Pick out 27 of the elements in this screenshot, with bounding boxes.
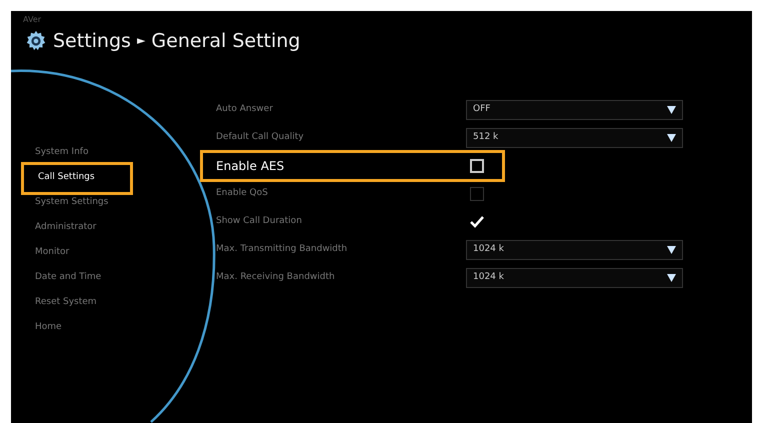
caret-icon <box>667 246 676 254</box>
page-title: General Setting <box>151 29 300 54</box>
setting-label: Enable AES <box>216 158 286 174</box>
dropdown-field[interactable]: 1024 k <box>466 268 683 288</box>
setting-label: Default Call Quality <box>216 130 305 144</box>
breadcrumb-separator: ► <box>136 33 146 49</box>
setting-label: Auto Answer <box>216 102 274 116</box>
dropdown-field[interactable]: 1024 k <box>466 240 683 260</box>
setting-label: Max. Transmitting Bandwidth <box>216 242 348 256</box>
breadcrumb-root: Settings <box>53 29 131 54</box>
dropdown-field[interactable]: 512 k <box>466 128 683 148</box>
logo-text: AVer <box>23 15 42 25</box>
sidebar-item[interactable]: Call Settings <box>21 162 133 194</box>
checkmark-icon <box>470 216 484 228</box>
caret-icon <box>667 134 676 142</box>
gear-icon <box>25 30 47 52</box>
caret-icon <box>667 106 676 114</box>
sidebar-item[interactable]: Administrator <box>21 216 133 240</box>
sidebar-item[interactable]: Reset System <box>21 290 133 316</box>
sidebar-item[interactable]: Home <box>21 316 133 340</box>
sidebar-item[interactable]: Date and Time <box>21 266 133 290</box>
setting-label: Enable QoS <box>216 186 269 200</box>
caret-icon <box>667 274 676 282</box>
setting-label: Max. Receiving Bandwidth <box>216 270 336 284</box>
setting-label: Show Call Duration <box>216 214 303 228</box>
dropdown-field[interactable]: OFF <box>466 100 683 120</box>
sidebar-item[interactable]: Monitor <box>21 240 133 266</box>
